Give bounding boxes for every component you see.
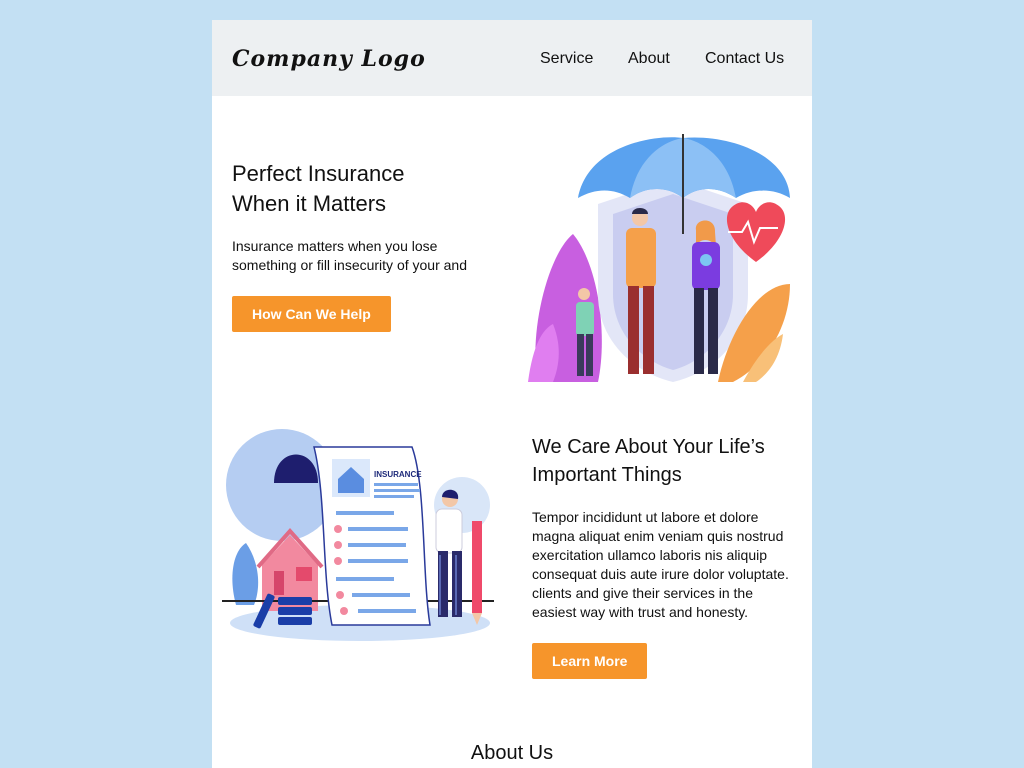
care-text: Tempor incididunt ut labore et dolore ma… <box>532 509 789 620</box>
care-title: We Care About Your Life’s Important Thin… <box>532 436 765 486</box>
header: Company Logo Service About Contact Us <box>212 20 812 96</box>
hero-text: Insurance matters when you lose somethin… <box>232 238 467 273</box>
newsletter-card: Company Logo Service About Contact Us Pe… <box>212 20 812 768</box>
how-can-we-help-button[interactable]: How Can We Help <box>232 296 391 332</box>
about-us-heading: About Us <box>470 742 554 764</box>
nav-about[interactable]: About <box>628 50 670 68</box>
hero-title: Perfect Insurance When it Matters <box>232 161 405 216</box>
nav-contact-us[interactable]: Contact Us <box>705 50 784 68</box>
company-logo[interactable]: Company Logo <box>232 46 426 72</box>
insurance-document-illustration: INSURANCE <box>222 429 494 641</box>
nav-service[interactable]: Service <box>540 50 593 68</box>
document-insurance-label: INSURANCE <box>374 470 422 479</box>
family-insurance-illustration <box>528 134 790 382</box>
learn-more-button[interactable]: Learn More <box>532 643 648 679</box>
